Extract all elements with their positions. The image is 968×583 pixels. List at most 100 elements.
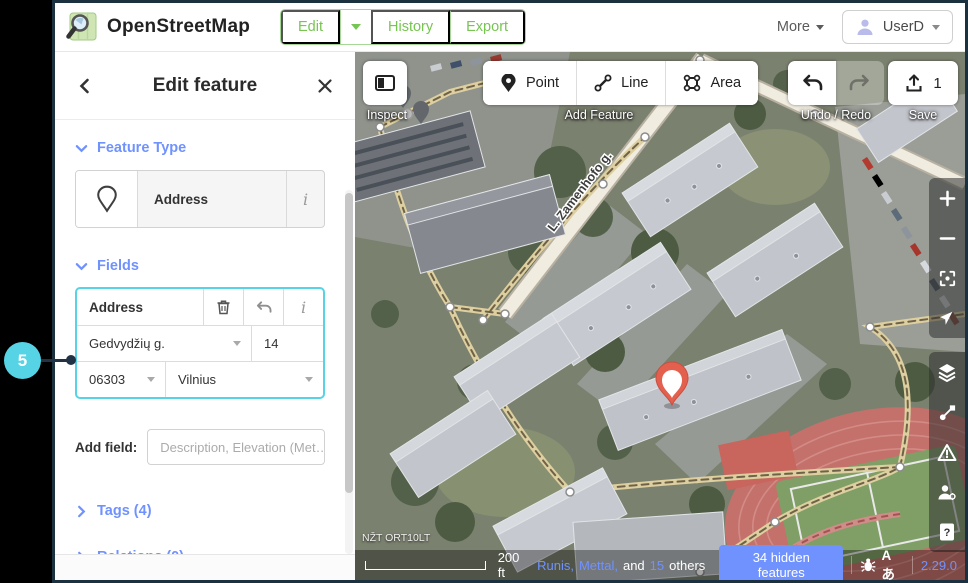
feature-type-section-header[interactable]: Feature Type <box>75 140 325 156</box>
sidebar-scrollbar-thumb[interactable] <box>345 193 353 493</box>
address-street-row: Gedvydžių g. <box>77 325 323 361</box>
save-count-badge: 1 <box>933 75 941 92</box>
warning-triangle-icon <box>937 443 957 462</box>
more-label: More <box>777 19 810 35</box>
close-button[interactable] <box>317 78 333 94</box>
address-field-header-row: Address <box>77 289 323 325</box>
point-icon <box>500 74 517 93</box>
openstreetmap-logo-icon <box>65 10 99 44</box>
map-data-icon <box>938 403 957 422</box>
line-icon <box>594 74 612 92</box>
map-container: L. Zamenhofo g. Inspect <box>355 52 965 580</box>
app-window: OpenStreetMap Edit History Export More U… <box>52 0 968 583</box>
history-tab[interactable]: History <box>371 10 450 44</box>
feature-type-preset-button[interactable]: Address i <box>75 170 325 228</box>
map-canvas[interactable]: L. Zamenhofo g. <box>355 52 965 580</box>
layers-icon <box>937 362 957 382</box>
bug-icon <box>860 557 876 573</box>
address-field-label: Address <box>77 289 203 325</box>
scale-bar <box>365 561 486 570</box>
export-tab[interactable]: Export <box>450 10 525 44</box>
postcode-value: 06303 <box>89 372 125 387</box>
panel-header: Edit feature <box>55 52 355 120</box>
version-link[interactable]: 2.29.0 <box>921 558 957 573</box>
add-point-button[interactable]: Point <box>483 61 576 105</box>
zoom-control-group <box>929 178 965 338</box>
user-menu-button[interactable]: UserD <box>842 10 953 44</box>
preset-icon-cell <box>76 171 138 227</box>
caret-down-icon <box>233 341 241 346</box>
main-nav-group: Edit History Export <box>280 9 526 45</box>
tags-section-header[interactable]: Tags (4) <box>75 503 325 519</box>
redo-icon <box>849 73 871 93</box>
background-layers-button[interactable] <box>929 352 965 392</box>
divider <box>912 556 913 574</box>
postcode-combobox[interactable]: 06303 <box>77 362 165 397</box>
add-area-button[interactable]: Area <box>665 61 758 105</box>
save-button[interactable]: 1 <box>888 61 958 105</box>
street-value: Gedvydžių g. <box>89 336 165 351</box>
contributor-link[interactable]: Mettal, <box>579 558 618 573</box>
tags-section-label: Tags (4) <box>97 503 152 519</box>
chevron-left-icon <box>77 78 93 94</box>
address-city-row: 06303 Vilnius <box>77 361 323 397</box>
contributor-attribution: Runis, Mettal, and 15 others <box>537 558 705 573</box>
geolocate-button[interactable] <box>929 298 965 338</box>
revert-field-button[interactable] <box>243 289 283 325</box>
plus-icon <box>938 189 957 208</box>
hidden-features-button[interactable]: 34 hidden features <box>719 545 843 580</box>
city-combobox[interactable]: Vilnius <box>165 362 323 397</box>
field-info-button[interactable]: i <box>283 289 323 325</box>
locate-frame-icon <box>938 269 957 288</box>
map-pin-outline-icon <box>94 184 120 214</box>
translate-label: Aあ <box>882 548 904 581</box>
back-button[interactable] <box>77 78 93 94</box>
preferences-button[interactable] <box>929 472 965 512</box>
more-menu-button[interactable]: More <box>777 19 824 35</box>
area-label: Area <box>710 75 741 91</box>
zoom-out-button[interactable] <box>929 218 965 258</box>
panel-body: Feature Type Address i Fields <box>55 120 355 580</box>
city-value: Vilnius <box>178 372 216 387</box>
avatar-icon <box>855 17 875 37</box>
zoom-in-button[interactable] <box>929 178 965 218</box>
fields-section-header[interactable]: Fields <box>75 258 325 274</box>
add-field-combobox[interactable]: Description, Elevation (Met… <box>147 429 325 465</box>
attribution-text: and <box>623 558 645 573</box>
street-combobox[interactable]: Gedvydžių g. <box>77 326 251 361</box>
housenumber-input[interactable] <box>252 326 323 361</box>
username-label: UserD <box>883 19 924 35</box>
undo-button[interactable] <box>788 61 836 105</box>
trash-icon <box>216 299 231 315</box>
contributor-link[interactable]: Runis, <box>537 558 574 573</box>
undo-redo-toolbar <box>788 61 884 105</box>
step-annotation-badge: 5 <box>4 342 41 379</box>
osm-logo-home-link[interactable]: OpenStreetMap <box>65 10 250 44</box>
panel-control-group: ? <box>929 352 965 552</box>
info-icon: i <box>301 298 306 317</box>
zoom-to-selection-button[interactable] <box>929 258 965 298</box>
edit-tab[interactable]: Edit <box>281 10 340 44</box>
fields-section-label: Fields <box>97 258 139 274</box>
feature-type-section-label: Feature Type <box>97 140 186 156</box>
report-issue-button[interactable]: Aあ <box>860 548 904 581</box>
preset-info-button[interactable]: i <box>286 171 324 227</box>
inspect-mode-button[interactable] <box>363 61 407 105</box>
issues-button[interactable] <box>929 432 965 472</box>
upload-save-icon <box>904 73 924 93</box>
remove-field-button[interactable] <box>203 289 243 325</box>
preset-name: Address <box>138 171 286 227</box>
divider <box>851 556 852 574</box>
add-line-button[interactable]: Line <box>576 61 665 105</box>
redo-button-disabled[interactable] <box>836 61 884 105</box>
map-footer-bar: 200 ft Runis, Mettal, and 15 others 34 h… <box>355 550 965 580</box>
point-label: Point <box>526 75 559 91</box>
edit-dropdown-button[interactable] <box>340 10 371 44</box>
help-button[interactable]: ? <box>929 512 965 552</box>
contributor-count-link[interactable]: 15 <box>650 558 664 573</box>
annotation-connector-dot <box>66 355 76 365</box>
user-settings-icon <box>937 483 957 502</box>
map-data-button[interactable] <box>929 392 965 432</box>
area-icon <box>683 74 701 92</box>
map-controls: ? <box>929 178 965 552</box>
